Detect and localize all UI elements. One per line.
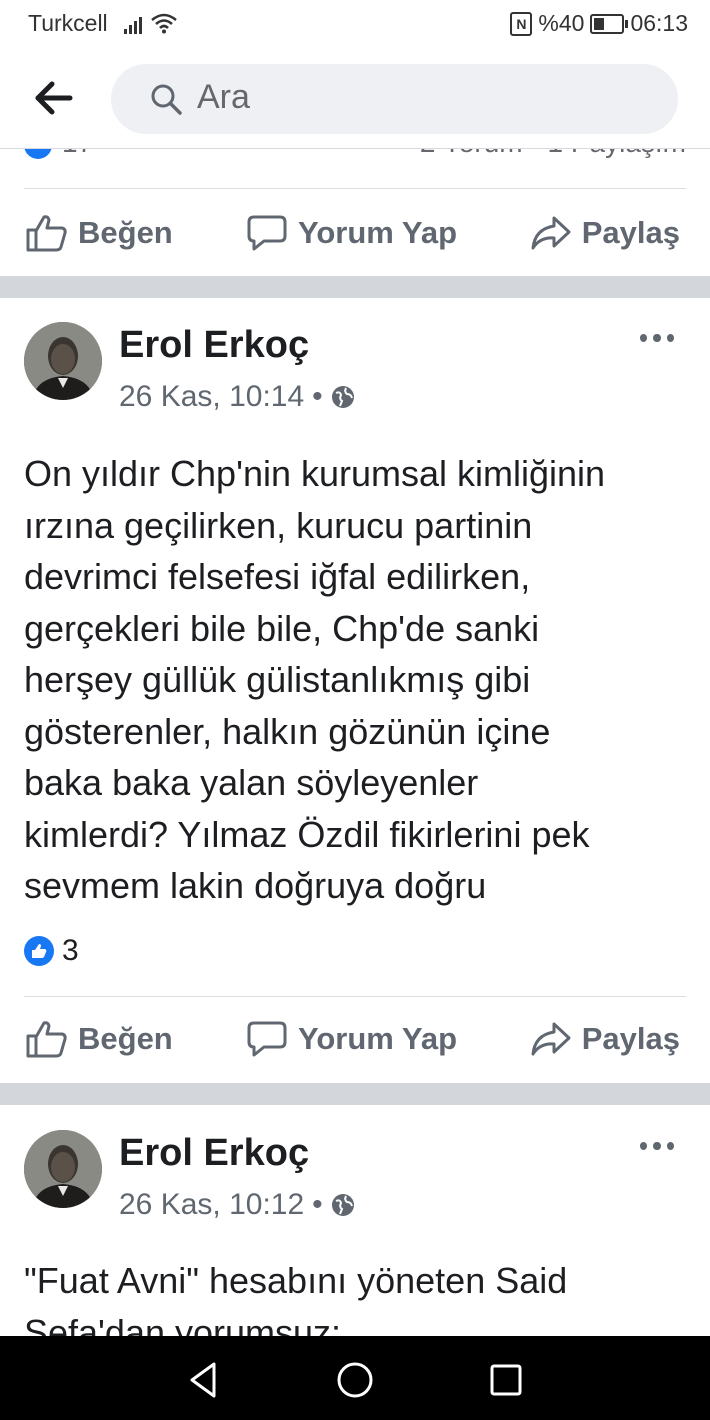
- meta-dot: •: [312, 1188, 323, 1221]
- post-card: Erol Erkoç 26 Kas, 10:14 • On yıldır Chp…: [0, 298, 710, 1083]
- carrier-name: Turkcell: [28, 10, 108, 36]
- battery-icon: [590, 13, 629, 34]
- more-options-icon[interactable]: [640, 1142, 674, 1156]
- status-right: N %40 06:13: [510, 10, 688, 37]
- comment-icon: [247, 215, 287, 251]
- comment-label: Yorum Yap: [298, 1021, 458, 1056]
- comment-button[interactable]: Yorum Yap: [246, 1009, 457, 1069]
- reaction-summary[interactable]: 3: [24, 934, 79, 968]
- nfc-icon: N: [510, 11, 533, 36]
- post-timestamp[interactable]: 26 Kas, 10:12: [119, 1188, 304, 1222]
- partial-post-counts: 17 2 Yorum · 1 Paylaşım: [24, 149, 686, 167]
- nav-home-icon[interactable]: [335, 1360, 375, 1400]
- post-text-line: On yıldır Chp'nin kurumsal kimliğinin: [24, 453, 606, 494]
- divider: [24, 188, 686, 189]
- divider: [24, 996, 686, 997]
- clock: 06:13: [630, 10, 688, 36]
- back-arrow-icon[interactable]: [34, 80, 74, 116]
- comment-label: Yorum Yap: [298, 215, 458, 250]
- post-meta: 26 Kas, 10:12 •: [119, 1188, 355, 1222]
- post-text-line: sevmem lakin doğruya doğru: [24, 865, 487, 906]
- like-label: Beğen: [78, 1021, 173, 1056]
- post-author[interactable]: Erol Erkoç: [119, 324, 309, 367]
- post-text-line: ırzına geçilirken, kurucu partinin: [24, 504, 533, 546]
- share-button[interactable]: Paylaş: [530, 203, 680, 263]
- more-options-icon[interactable]: [640, 334, 674, 348]
- comment-icon: [247, 1021, 287, 1057]
- share-label: Paylaş: [581, 215, 680, 250]
- post-body: "Fuat Avni" hesabını yöneten Said Sefa'd…: [24, 1255, 686, 1336]
- nav-back-icon[interactable]: [184, 1360, 224, 1400]
- post-text-line: baka baka yalan söyleyenler: [24, 762, 479, 803]
- post-text-line: gösterenler, halkın gözünün içine: [24, 710, 551, 752]
- feed-separator: [0, 1083, 710, 1105]
- search-header: Ara: [0, 50, 710, 149]
- like-label: Beğen: [78, 215, 173, 250]
- post-text-line: "Fuat Avni" hesabını yöneten Said: [24, 1260, 568, 1301]
- globe-icon: [331, 386, 354, 408]
- post-meta: 26 Kas, 10:14 •: [119, 380, 355, 414]
- system-nav-bar: [0, 1336, 710, 1420]
- wifi-icon: [151, 13, 177, 34]
- nav-recents-icon[interactable]: [486, 1360, 526, 1400]
- partial-post-footer: 17 2 Yorum · 1 Paylaşım Beğen Yorum Yap …: [0, 149, 710, 276]
- feed-separator: [0, 276, 710, 298]
- status-bar: Turkcell N %40 06:13: [0, 0, 710, 50]
- search-icon: [151, 84, 182, 115]
- post-author[interactable]: Erol Erkoç: [119, 1132, 309, 1175]
- meta-dot: •: [312, 380, 323, 413]
- avatar-photo: [24, 322, 102, 400]
- avatar[interactable]: [24, 322, 102, 400]
- share-icon: [531, 216, 571, 250]
- like-button[interactable]: Beğen: [26, 203, 173, 263]
- post-text-line: herşey güllük gülistanlıkmış gibi: [24, 659, 531, 700]
- like-reaction-icon: [24, 936, 54, 966]
- post-body: On yıldır Chp'nin kurumsal kimliğinin ır…: [24, 448, 686, 912]
- share-icon: [531, 1022, 571, 1056]
- battery-percent: %40: [538, 10, 585, 36]
- post-text-line: Sefa'dan yorumsuz:: [24, 1311, 342, 1337]
- share-button[interactable]: Paylaş: [530, 1009, 680, 1069]
- comment-button[interactable]: Yorum Yap: [246, 203, 457, 263]
- globe-icon: [331, 1194, 354, 1216]
- avatar[interactable]: [24, 1130, 102, 1208]
- search-placeholder: Ara: [197, 78, 250, 116]
- post-text-line: gerçekleri bile bile, Chp'de sanki: [24, 607, 540, 649]
- thumbs-up-icon: [26, 1021, 67, 1058]
- like-button[interactable]: Beğen: [26, 1009, 173, 1069]
- action-bar: Beğen Yorum Yap Paylaş: [24, 203, 686, 263]
- share-label: Paylaş: [581, 1021, 680, 1056]
- partial-comment-share-counts[interactable]: 2 Yorum · 1 Paylaşım: [420, 149, 686, 159]
- signal-wifi-icons: [124, 12, 178, 34]
- action-bar: Beğen Yorum Yap Paylaş: [24, 1009, 686, 1069]
- thumbs-up-icon: [26, 215, 67, 252]
- avatar-photo: [24, 1130, 102, 1208]
- search-input[interactable]: Ara: [111, 64, 678, 134]
- post-text-line: kimlerdi? Yılmaz Özdil fikirlerini pek: [24, 813, 590, 855]
- post-card: Erol Erkoç 26 Kas, 10:12 • "Fuat Avni" h…: [0, 1105, 710, 1336]
- partial-reaction-count: 17: [24, 149, 93, 159]
- reaction-count: 3: [62, 934, 79, 967]
- post-text-line: devrimci felsefesi iğfal edilirken,: [24, 556, 531, 597]
- signal-icon: [124, 14, 144, 34]
- post-timestamp[interactable]: 26 Kas, 10:14: [119, 380, 304, 414]
